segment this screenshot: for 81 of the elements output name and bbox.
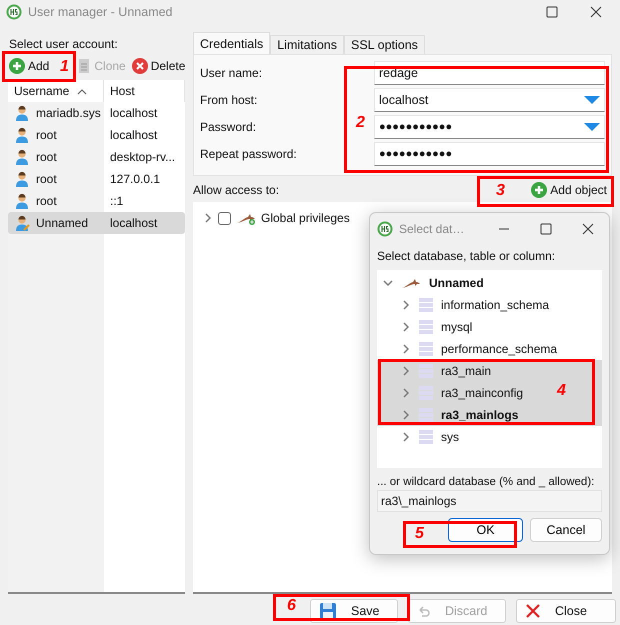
table-cell: root bbox=[36, 172, 57, 186]
database-icon bbox=[419, 341, 433, 357]
database-icon bbox=[419, 363, 433, 379]
annotation-number: 5 bbox=[415, 525, 424, 543]
field-label: User name: bbox=[200, 66, 262, 80]
combo-box[interactable]: localhost bbox=[374, 88, 605, 112]
table-cell: 127.0.0.1 bbox=[110, 172, 160, 186]
database-icon bbox=[419, 429, 433, 445]
app-logo-icon bbox=[377, 221, 393, 237]
tree-row[interactable]: sys bbox=[377, 426, 602, 448]
combo-box[interactable]: ●●●●●●●●●●● bbox=[374, 115, 605, 139]
user-row[interactable]: mariadb.sys localhost bbox=[8, 102, 185, 124]
delete-icon bbox=[132, 58, 148, 74]
user-icon bbox=[14, 105, 30, 121]
input-field[interactable]: ra3\_mainlogs bbox=[377, 490, 602, 512]
undo-icon bbox=[417, 604, 431, 618]
tab[interactable]: SSL options bbox=[344, 35, 425, 54]
table-cell: localhost bbox=[110, 216, 158, 230]
annotation-number: 6 bbox=[287, 597, 296, 615]
dropdown-arrow-icon[interactable] bbox=[584, 122, 600, 132]
user-icon bbox=[14, 193, 30, 209]
user-icon bbox=[14, 149, 30, 165]
database-icon bbox=[419, 407, 433, 423]
maximize-icon[interactable] bbox=[546, 6, 558, 18]
annotation-number: 2 bbox=[356, 114, 365, 132]
tree-row[interactable]: mysql bbox=[377, 316, 602, 338]
tree-row[interactable]: performance_schema bbox=[377, 338, 602, 360]
field-label: From host: bbox=[200, 93, 258, 107]
table-cell: localhost bbox=[110, 106, 158, 120]
user-row[interactable]: Unnamed localhost bbox=[8, 212, 185, 234]
table-cell: mariadb.sys bbox=[36, 106, 101, 120]
user-row[interactable]: root localhost bbox=[8, 124, 185, 146]
input-field[interactable]: ●●●●●●●●●●● bbox=[374, 142, 605, 166]
maximize-icon[interactable] bbox=[540, 223, 552, 235]
add-icon bbox=[9, 58, 25, 74]
add-icon bbox=[531, 182, 548, 198]
window-title: User manager - Unnamed bbox=[28, 5, 174, 19]
tree-row[interactable]: information_schema bbox=[377, 294, 602, 316]
user-row[interactable]: root 127.0.0.1 bbox=[8, 168, 185, 190]
section-label: Select user account: bbox=[8, 36, 119, 53]
annotation-number: 4 bbox=[557, 382, 566, 400]
table-cell: desktop-rv... bbox=[110, 150, 176, 164]
table-cell: Unnamed bbox=[36, 216, 88, 230]
database-icon bbox=[419, 319, 433, 335]
field-label: Repeat password: bbox=[200, 147, 297, 161]
table-cell: root bbox=[36, 194, 57, 208]
field-label: Password: bbox=[200, 120, 256, 134]
table-cell: root bbox=[36, 150, 57, 164]
dialog-title: Select dat… bbox=[399, 222, 466, 236]
section-label: Allow access to: bbox=[193, 183, 280, 197]
checkbox[interactable] bbox=[218, 212, 231, 224]
toolbar-button[interactable]: Add bbox=[8, 56, 50, 76]
table-cell: localhost bbox=[110, 128, 158, 142]
user-icon bbox=[14, 127, 30, 143]
table-cell: ::1 bbox=[110, 194, 124, 208]
add-object-button[interactable]: Add object bbox=[530, 180, 608, 200]
user-icon bbox=[14, 171, 30, 187]
annotation-number: 1 bbox=[60, 58, 69, 76]
document-icon bbox=[77, 58, 92, 74]
dropdown-arrow-icon[interactable] bbox=[584, 95, 600, 105]
close-icon[interactable] bbox=[590, 6, 602, 18]
column-header[interactable]: Username bbox=[8, 80, 104, 102]
app-logo-icon bbox=[6, 4, 22, 20]
database-icon bbox=[419, 297, 433, 313]
user-row[interactable]: root desktop-rv... bbox=[8, 146, 185, 168]
table-cell: root bbox=[36, 128, 57, 142]
cancel-button[interactable]: Cancel bbox=[530, 518, 602, 542]
annotation-number: 3 bbox=[496, 182, 505, 200]
close-button[interactable]: Close bbox=[516, 599, 616, 623]
tree-item[interactable]: Unnamed bbox=[429, 276, 484, 290]
close-icon[interactable] bbox=[582, 223, 594, 235]
toolbar-button[interactable]: Delete bbox=[130, 56, 186, 76]
dialog-prompt: Select database, table or column: bbox=[377, 248, 556, 263]
close-icon bbox=[525, 603, 541, 619]
user-icon bbox=[14, 215, 30, 231]
tab[interactable]: Credentials bbox=[193, 32, 270, 54]
tree-item[interactable]: Global privileges bbox=[261, 211, 350, 225]
user-row[interactable]: root ::1 bbox=[8, 190, 185, 212]
field-label: ... or wildcard database (% and _ allowed): bbox=[377, 475, 596, 488]
database-icon bbox=[419, 385, 433, 401]
tab[interactable]: Limitations bbox=[270, 35, 344, 54]
